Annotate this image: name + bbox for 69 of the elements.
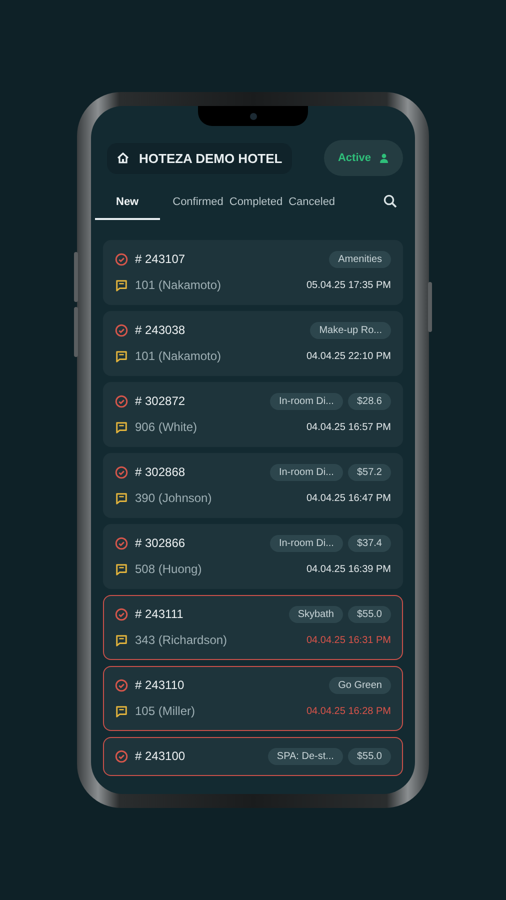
check-circle-icon xyxy=(115,750,128,762)
order-tag: $55.0 xyxy=(348,606,391,622)
chat-icon xyxy=(115,278,128,292)
order-tag: Go Green xyxy=(329,676,391,694)
check-circle-icon xyxy=(115,324,128,336)
order-time: 04.04.25 16:28 PM xyxy=(306,706,391,716)
chat-icon xyxy=(115,634,128,646)
status-tab[interactable]: New xyxy=(95,190,160,220)
order-time: 05.04.25 17:35 PM xyxy=(306,280,391,290)
order-number: # 243100 xyxy=(135,749,186,763)
order-number: # 302868 xyxy=(135,465,186,479)
order-card[interactable]: # 243100 SPA: De-st... $55.0 xyxy=(103,737,403,776)
order-card[interactable]: # 302866 In-room Di... $37.4 508 (Huong) 04.04.25 16:39 PM xyxy=(103,524,403,589)
room-guest: 390 (Johnson) xyxy=(135,491,212,505)
status-tab[interactable]: Canceled xyxy=(286,190,338,220)
check-circle-icon xyxy=(115,466,128,478)
order-tag: Amenities xyxy=(329,250,391,268)
room-guest: 101 (Nakamoto) xyxy=(135,278,222,292)
order-tag: Make-up Ro... xyxy=(310,322,391,338)
check-circle-icon xyxy=(115,608,128,620)
order-time: 04.04.25 22:10 PM xyxy=(306,350,391,362)
order-time: 04.04.25 16:39 PM xyxy=(306,564,391,574)
order-tag: Skybath xyxy=(288,606,343,622)
chat-icon xyxy=(115,562,128,576)
home-icon xyxy=(117,152,129,164)
room-guest: 906 (White) xyxy=(135,420,198,434)
search-icon xyxy=(383,194,397,208)
room-guest: 343 (Richardson) xyxy=(135,633,228,647)
order-time: 04.04.25 16:57 PM xyxy=(306,422,391,432)
order-card[interactable]: # 302868 In-room Di... $57.2 390 (Johnson) 04.04.25 16:47 PM xyxy=(103,453,403,518)
order-number: # 243038 xyxy=(135,323,186,337)
order-time: 04.04.25 16:47 PM xyxy=(306,492,391,504)
active-status-button[interactable]: Active xyxy=(324,140,403,176)
room-guest: 105 (Miller) xyxy=(135,704,196,718)
hotel-selector[interactable]: HOTEZA DEMO HOTEL xyxy=(107,142,292,174)
chat-icon xyxy=(115,420,128,434)
chat-icon xyxy=(115,492,128,504)
check-circle-icon xyxy=(115,252,128,266)
check-circle-icon xyxy=(115,536,128,550)
check-circle-icon xyxy=(115,678,128,692)
person-icon xyxy=(379,153,389,163)
order-tag: $55.0 xyxy=(348,748,391,764)
hotel-title: HOTEZA DEMO HOTEL xyxy=(139,150,282,166)
order-tag: $57.2 xyxy=(348,464,391,480)
order-number: # 243111 xyxy=(135,607,184,621)
order-number: # 302866 xyxy=(135,536,186,550)
order-card[interactable]: # 302872 In-room Di... $28.6 906 (White) 04.04.25 16:57 PM xyxy=(103,382,403,447)
room-guest: 101 (Nakamoto) xyxy=(135,349,222,363)
order-card[interactable]: # 243038 Make-up Ro... 101 (Nakamoto) 04.04.25 22:10 PM xyxy=(103,311,403,376)
chat-icon xyxy=(115,704,128,718)
order-time: 04.04.25 16:31 PM xyxy=(306,634,391,646)
chat-icon xyxy=(115,350,128,362)
order-tag: In-room Di... xyxy=(270,534,343,552)
order-number: # 243107 xyxy=(135,252,186,266)
order-tag: $28.6 xyxy=(348,392,391,410)
order-tag: In-room Di... xyxy=(270,392,343,410)
check-circle-icon xyxy=(115,394,128,408)
order-tag: SPA: De-st... xyxy=(268,748,343,764)
status-tab[interactable]: Completed xyxy=(226,190,286,220)
order-card[interactable]: # 243110 Go Green 105 (Miller) 04.04.25 16:28 PM xyxy=(103,666,403,731)
order-card[interactable]: # 243111 Skybath $55.0 343 (Richardson) 04.04.25 16:31 PM xyxy=(103,595,403,660)
order-card[interactable]: # 243107 Amenities 101 (Nakamoto) 05.04.25 17:35 PM xyxy=(103,240,403,305)
order-number: # 302872 xyxy=(135,394,186,408)
order-tag: $37.4 xyxy=(348,534,391,552)
room-guest: 508 (Huong) xyxy=(135,562,202,576)
status-tab[interactable]: Confirmed xyxy=(170,190,226,220)
camera-dot xyxy=(250,112,256,120)
order-tag: In-room Di... xyxy=(270,464,343,480)
order-number: # 243110 xyxy=(135,678,184,692)
